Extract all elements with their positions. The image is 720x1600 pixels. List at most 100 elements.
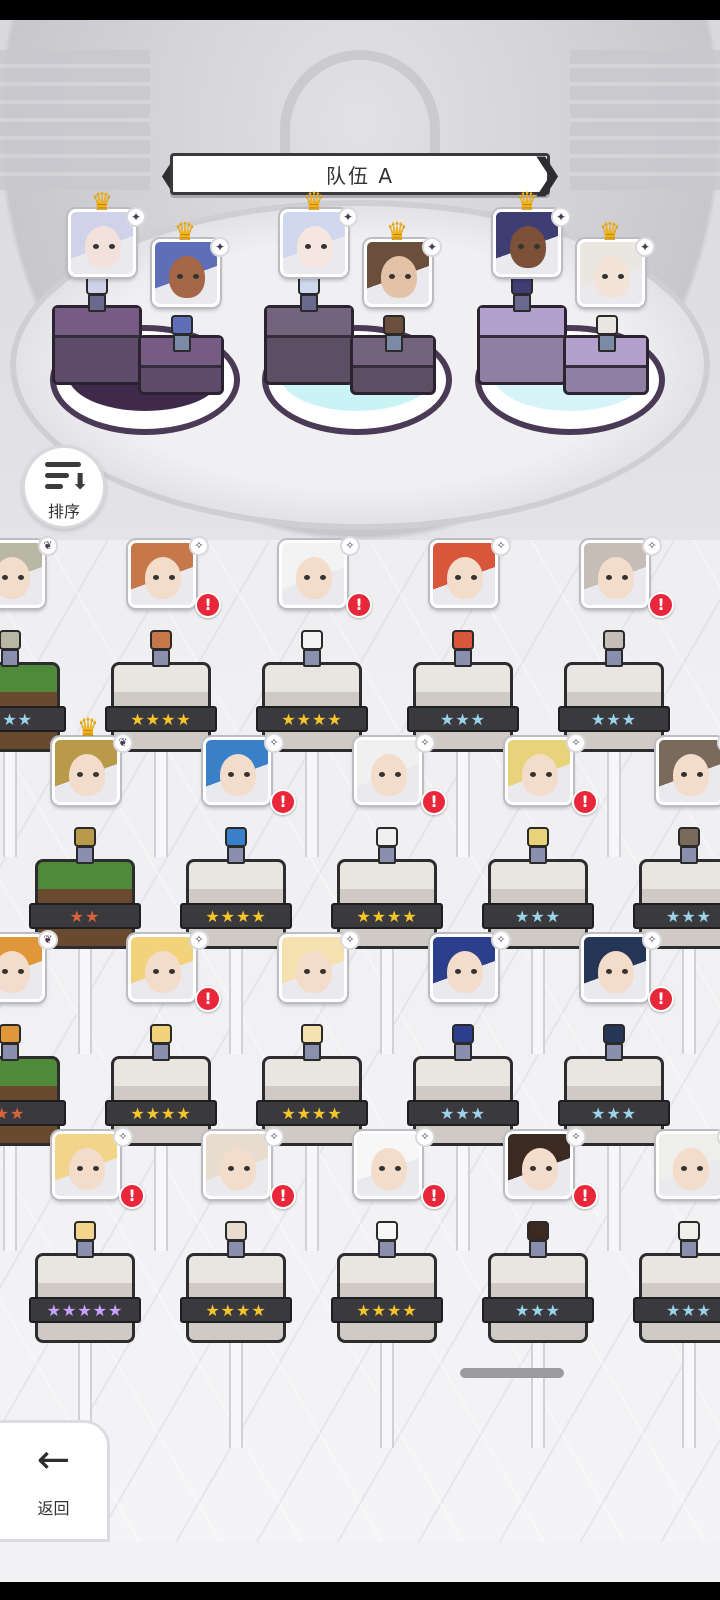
hero-portrait-7[interactable] (203, 737, 271, 805)
partner-sprite-head (383, 315, 405, 335)
partner-sprite-head (596, 315, 618, 335)
star-rating: ★★ (0, 1100, 66, 1126)
hero-portrait-6-eye-left (77, 772, 83, 777)
leader-block (52, 305, 142, 385)
team-slot-3[interactable]: ♛ ♛ ✦ ✦ (465, 189, 675, 485)
partner-portrait-face (594, 256, 630, 298)
hero-sprite-body (152, 649, 170, 667)
hero-portrait-6-face (69, 754, 105, 796)
hero-sprite-body (529, 1240, 547, 1258)
team-title: 队伍 A (325, 163, 395, 188)
hero-portrait-3[interactable] (279, 540, 347, 608)
hero-portrait-15[interactable] (581, 934, 649, 1002)
leader-sprite-head (298, 275, 320, 295)
leader-sprite-head (86, 275, 108, 295)
hero-portrait-13[interactable] (279, 934, 347, 1002)
hero-sprite-body (1, 1043, 19, 1061)
back-button[interactable]: ← 返回 (0, 1420, 110, 1542)
hero-portrait-16[interactable] (52, 1131, 120, 1199)
leader-sprite-head (511, 275, 533, 295)
class-badge-icon: ✦ (635, 237, 655, 257)
partner-sprite-body (598, 334, 616, 352)
hero-pedestal-1[interactable]: ★★★ (0, 662, 66, 752)
hero-portrait-12[interactable] (128, 934, 196, 1002)
hero-sprite-body (454, 649, 472, 667)
class-badge-icon: ✧ (642, 930, 662, 950)
hero-pedestal-18[interactable]: ★★★★ (331, 1253, 443, 1343)
class-badge-icon: ❦ (38, 536, 58, 556)
hero-portrait-5-eye-left (606, 575, 612, 580)
arena-pillar-right (570, 50, 720, 190)
hero-sprite-body (378, 846, 396, 864)
hero-sprite-head (678, 1221, 700, 1241)
partner-sprite-body (385, 334, 403, 352)
star-rating: ★★★ (633, 903, 720, 929)
team-slot-2[interactable]: ♛ ♛ ✦ ✦ (252, 189, 462, 485)
hero-sprite (68, 827, 102, 867)
class-badge-icon: ✧ (415, 1127, 435, 1147)
hero-portrait-9[interactable] (505, 737, 573, 805)
leader-sprite (505, 275, 539, 315)
leader-portrait-eye-left (305, 244, 311, 249)
hero-portrait-10[interactable] (656, 737, 720, 805)
star-rating: ★★★ (482, 903, 594, 929)
hero-portrait-15-face (598, 951, 634, 993)
hero-portrait-2-eye-left (153, 575, 159, 580)
hero-pedestal-11[interactable]: ★★ (0, 1056, 66, 1146)
leader-block (264, 305, 354, 385)
hero-portrait-20-eye-left (681, 1166, 687, 1171)
star-rating: ★★★★ (105, 706, 217, 732)
alert-badge: ! (270, 789, 296, 815)
hero-portrait-8[interactable] (354, 737, 422, 805)
hero-sprite (219, 1221, 253, 1261)
hero-portrait-14-face (447, 951, 483, 993)
team-slot-1[interactable]: ♛ ♛ ✦ ✦ (40, 189, 250, 485)
hero-portrait-5[interactable] (581, 540, 649, 608)
class-badge-icon: ❦ (113, 733, 133, 753)
sort-button-label: 排序 (47, 502, 80, 521)
hero-portrait-13-eye-right (320, 969, 326, 974)
class-badge-icon: ✦ (210, 237, 230, 257)
hero-pedestal-20[interactable]: ★★★ (633, 1253, 720, 1343)
hero-sprite-body (605, 649, 623, 667)
hero-portrait-14[interactable] (430, 934, 498, 1002)
alert-badge: ! (572, 1183, 598, 1209)
leader-portrait-eye-left (93, 244, 99, 249)
hero-pedestal-17[interactable]: ★★★★ (180, 1253, 292, 1343)
leader-sprite-body (513, 294, 531, 312)
hero-sprite-head (678, 827, 700, 847)
hero-portrait-18-eye-left (379, 1166, 385, 1171)
alert-badge: ! (572, 789, 598, 815)
star-rating: ★★★ (482, 1297, 594, 1323)
scroll-indicator[interactable] (460, 1368, 564, 1378)
class-badge-icon: ✦ (126, 207, 146, 227)
hero-portrait-1-eye-left (2, 575, 8, 580)
alert-badge: ! (421, 789, 447, 815)
sort-button[interactable]: ⬇ 排序 (22, 445, 106, 529)
hero-sprite (144, 630, 178, 670)
hero-portrait-16-face (69, 1148, 105, 1190)
crown-icon: ♛ (174, 217, 196, 245)
hero-portrait-4[interactable] (430, 540, 498, 608)
hero-sprite-head (376, 827, 398, 847)
hero-portrait-6[interactable] (52, 737, 120, 805)
hero-sprite-head (150, 630, 172, 650)
hero-sprite-body (152, 1043, 170, 1061)
hero-portrait-17-eye-right (244, 1166, 250, 1171)
hero-pedestal-16[interactable]: ★★★★★ (29, 1253, 141, 1343)
hero-pedestal-19[interactable]: ★★★ (482, 1253, 594, 1343)
class-badge-icon: ✧ (566, 1127, 586, 1147)
partner-portrait-face (169, 256, 205, 298)
alert-badge: ! (346, 592, 372, 618)
hero-portrait-2[interactable] (128, 540, 196, 608)
hero-portrait-17[interactable] (203, 1131, 271, 1199)
alert-badge: ! (195, 592, 221, 618)
hero-portrait-20[interactable] (656, 1131, 720, 1199)
partner-portrait-face (381, 256, 417, 298)
hero-portrait-19-face (522, 1148, 558, 1190)
hero-portrait-18[interactable] (354, 1131, 422, 1199)
hero-portrait-12-face (145, 951, 181, 993)
hero-portrait-14-eye-right (471, 969, 477, 974)
hero-portrait-19[interactable] (505, 1131, 573, 1199)
class-badge-icon: ✦ (338, 207, 358, 227)
